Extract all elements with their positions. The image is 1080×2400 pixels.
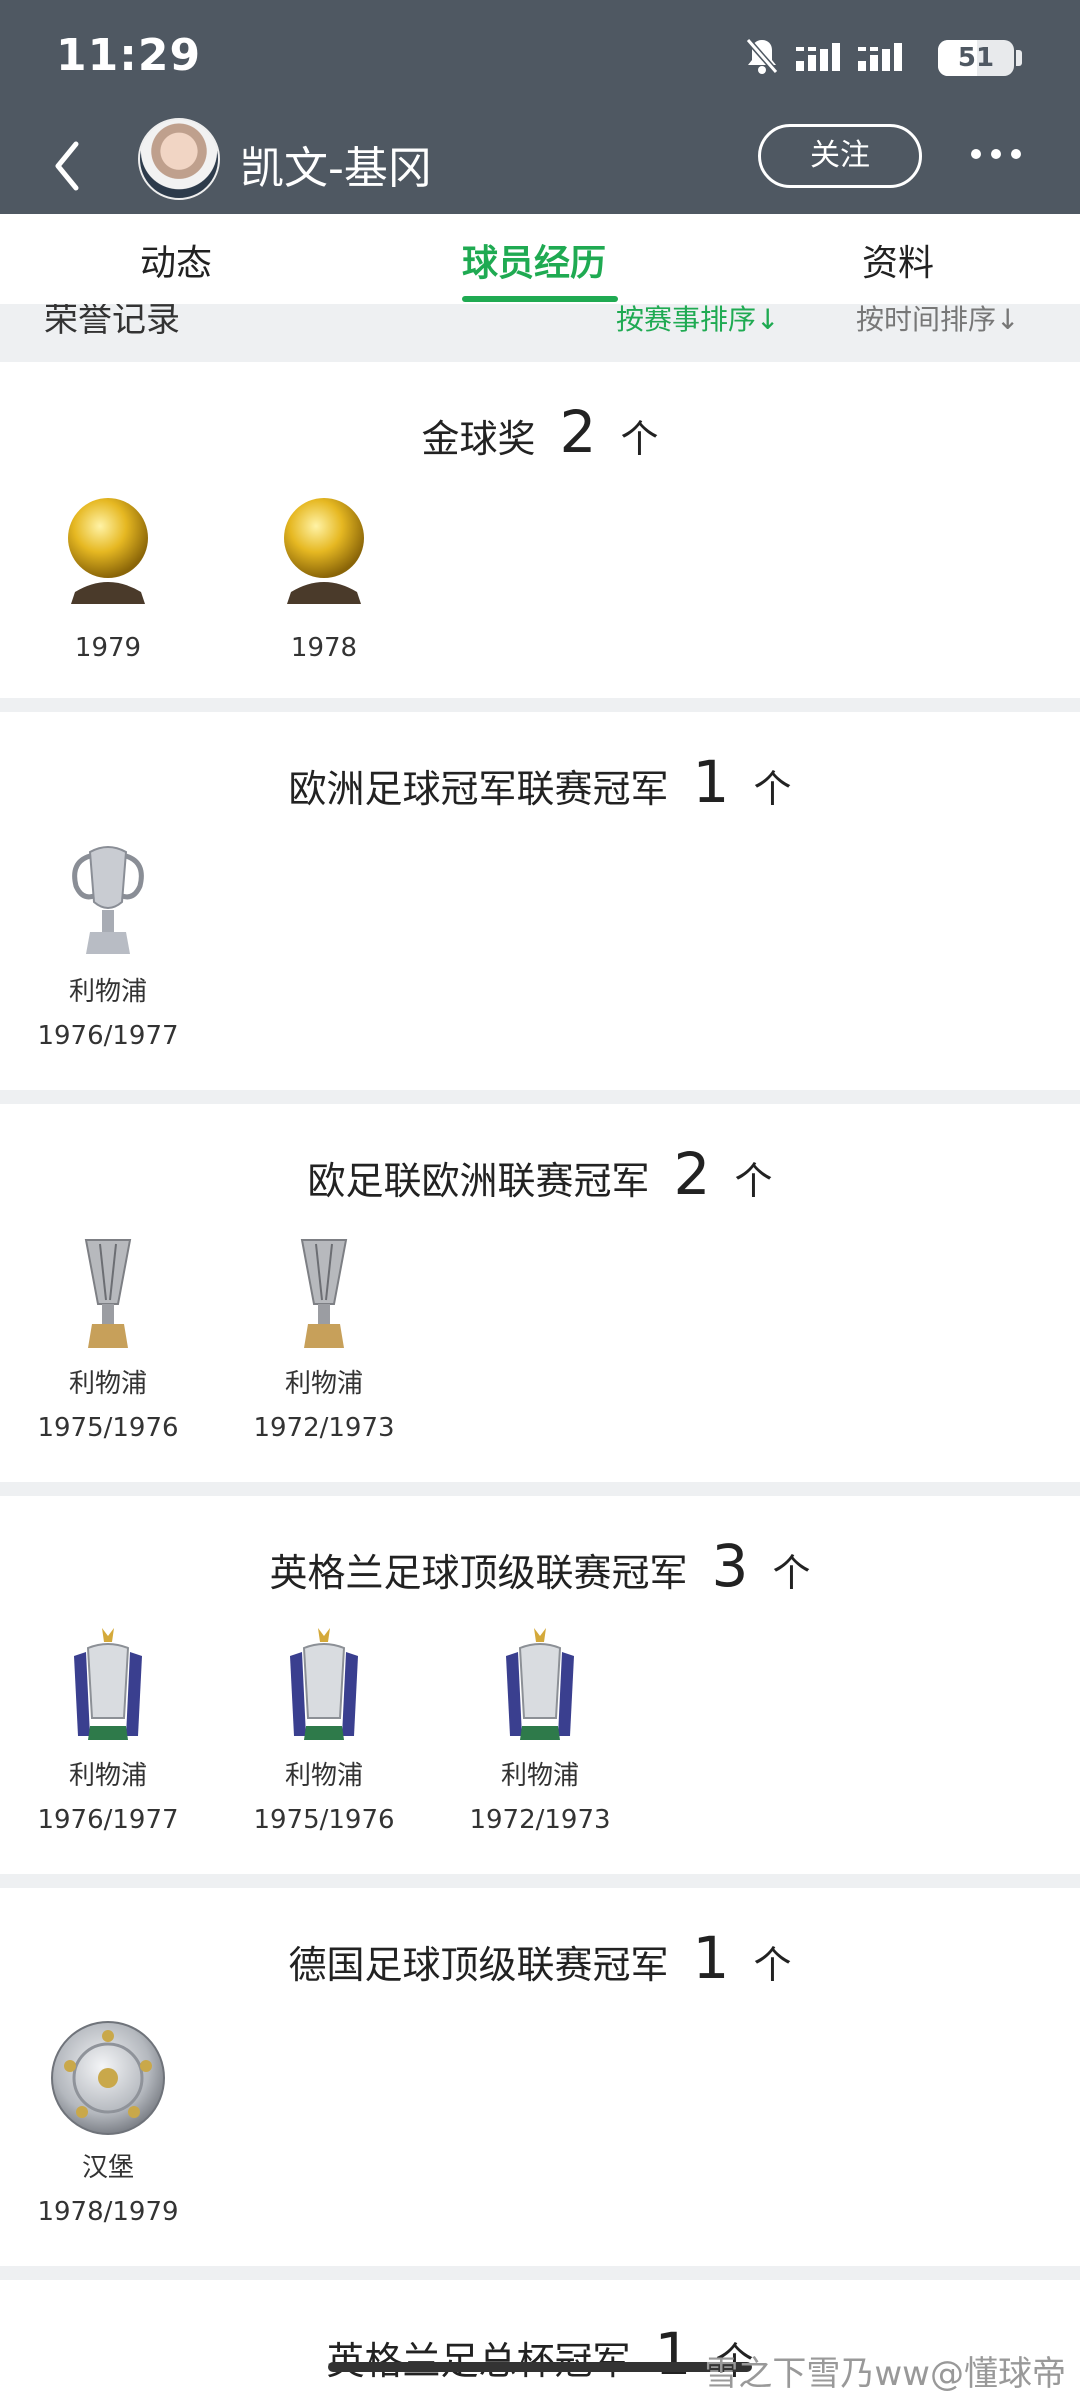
trophy-item[interactable]: 利物浦 1972/1973	[460, 1622, 620, 1842]
honor-unit: 个	[753, 1943, 792, 1987]
tab-profile[interactable]: 资料	[862, 234, 934, 286]
back-arrow-icon[interactable]	[48, 134, 88, 198]
battery-tip	[1016, 50, 1022, 66]
signal-icon	[796, 43, 840, 71]
europa-league-trophy-icon	[84, 1239, 132, 1348]
honor-count: 2	[559, 398, 597, 466]
trophy-item[interactable]: 利物浦 1975/1976	[244, 1622, 404, 1842]
signal-icon	[858, 43, 902, 71]
honor-unit: 个	[753, 767, 792, 811]
home-indicator[interactable]	[328, 2362, 752, 2372]
tab-dynamics[interactable]: 动态	[140, 234, 212, 286]
bundesliga-shield-icon	[51, 2021, 165, 2135]
honor-name: 欧洲足球冠军联赛冠军	[288, 767, 669, 811]
honor-card: 金球奖 2 个 1979 1978	[0, 362, 1080, 698]
tab-career[interactable]: 球员经历	[462, 234, 606, 286]
tab-bar: 动态 球员经历 资料	[0, 214, 1080, 304]
status-bar: 11:29 51	[0, 0, 1080, 118]
nav-bar: 凯文-基冈 关注	[0, 118, 1080, 214]
honor-name: 金球奖	[421, 417, 536, 461]
honors-header: 荣誉记录 按赛事排序↓ 按时间排序↓	[0, 304, 1080, 362]
honor-name: 英格兰足球顶级联赛冠军	[269, 1551, 688, 1595]
trophy-season: 1978/1979	[37, 2197, 179, 2227]
trophy-season: 1975/1976	[37, 1413, 179, 1443]
trophy-club: 汉堡	[81, 2153, 134, 2183]
sort-by-event-button[interactable]: 按赛事排序↓	[616, 304, 779, 338]
honor-card: 英格兰足球顶级联赛冠军 3 个 利物浦 1976/1977 利物浦 1975/1…	[0, 1496, 1080, 1874]
more-icon[interactable]	[968, 134, 1024, 174]
honor-name: 德国足球顶级联赛冠军	[288, 1943, 669, 1987]
honor-count: 1	[654, 2320, 692, 2388]
follow-button[interactable]: 关注	[758, 124, 922, 188]
honor-card: 欧足联欧洲联赛冠军 2 个 利物浦 1975/1976 利物浦 1972/197…	[0, 1104, 1080, 1482]
premier-league-trophy-icon	[506, 1628, 574, 1740]
trophy-season: 1972/1973	[253, 1413, 395, 1443]
ballon-dor-icon	[68, 498, 148, 604]
avatar[interactable]	[138, 118, 220, 200]
trophy-season: 1976/1977	[37, 1021, 179, 1051]
honor-card: 德国足球顶级联赛冠军 1 个 汉堡 1978/1979	[0, 1888, 1080, 2266]
trophy-item[interactable]: 利物浦 1976/1977	[28, 1622, 188, 1842]
battery-icon: 51	[938, 40, 1014, 76]
champions-league-trophy-icon	[72, 846, 144, 954]
trophy-item[interactable]: 汉堡 1978/1979	[28, 2014, 188, 2234]
trophy-item[interactable]: 利物浦 1972/1973	[244, 1230, 404, 1450]
honor-count: 1	[692, 748, 730, 816]
trophy-club: 利物浦	[284, 1761, 363, 1791]
trophy-item[interactable]: 1979	[28, 488, 188, 670]
honor-count: 3	[711, 1532, 749, 1600]
mute-icon	[745, 38, 779, 74]
honor-title: 德国足球顶级联赛冠军 1 个	[0, 1924, 1080, 1992]
premier-league-trophy-icon	[290, 1628, 358, 1740]
honor-name: 欧足联欧洲联赛冠军	[307, 1159, 650, 1203]
honor-title: 欧洲足球冠军联赛冠军 1 个	[0, 748, 1080, 816]
trophy-item[interactable]: 1978	[244, 488, 404, 670]
premier-league-trophy-icon	[74, 1628, 142, 1740]
trophy-item[interactable]: 利物浦 1975/1976	[28, 1230, 188, 1450]
ballon-dor-icon	[284, 498, 364, 604]
sort-by-time-button[interactable]: 按时间排序↓	[856, 304, 1019, 338]
honor-title: 英格兰足球顶级联赛冠军 3 个	[0, 1532, 1080, 1600]
honor-card: 欧洲足球冠军联赛冠军 1 个 利物浦 1976/1977	[0, 712, 1080, 1090]
status-icons	[744, 36, 904, 76]
player-name: 凯文-基冈	[240, 143, 432, 194]
honor-unit: 个	[772, 1551, 811, 1595]
trophy-season: 1976/1977	[37, 1805, 179, 1835]
honor-count: 2	[673, 1140, 711, 1208]
trophy-club: 利物浦	[284, 1369, 363, 1399]
status-time: 11:29	[56, 30, 202, 81]
section-title: 荣誉记录	[44, 304, 180, 340]
honor-unit: 个	[620, 417, 659, 461]
honor-name: 英格兰足总杯冠军	[326, 2339, 631, 2383]
europa-league-trophy-icon	[300, 1239, 348, 1348]
honor-count: 1	[692, 1924, 730, 1992]
tab-active-indicator	[462, 296, 618, 302]
trophy-season: 1978	[290, 633, 358, 663]
watermark: 雪之下雪乃ww@懂球帝	[704, 2354, 1066, 2394]
trophy-club: 利物浦	[68, 1761, 147, 1791]
trophy-season: 1972/1973	[469, 1805, 611, 1835]
trophy-club: 利物浦	[68, 977, 147, 1007]
trophy-season: 1979	[74, 633, 142, 663]
trophy-season: 1975/1976	[253, 1805, 395, 1835]
battery-level: 51	[957, 43, 995, 73]
trophy-item[interactable]: 利物浦 1976/1977	[28, 838, 188, 1058]
trophy-club: 利物浦	[500, 1761, 579, 1791]
app-header: 11:29 51 凯文-基冈 关注	[0, 0, 1080, 214]
honor-title: 金球奖 2 个	[0, 398, 1080, 466]
honor-title: 欧足联欧洲联赛冠军 2 个	[0, 1140, 1080, 1208]
trophy-club: 利物浦	[68, 1369, 147, 1399]
honor-unit: 个	[734, 1159, 773, 1203]
